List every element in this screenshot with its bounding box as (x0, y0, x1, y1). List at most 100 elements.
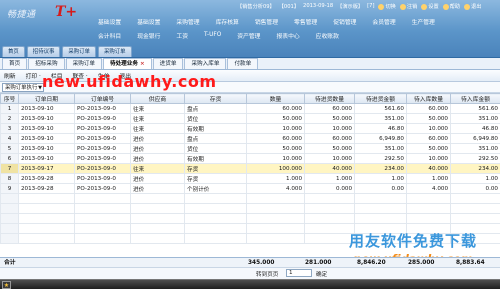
module-item[interactable]: 基础设置 (90, 17, 129, 26)
cell-pending-stock-amount: 351.00 (450, 143, 500, 154)
table-row[interactable]: 7 2013-09-17 PO-2013-09-0 往来 存货 100.000 40.000… (0, 163, 500, 174)
tab-payment[interactable]: 付款单 (227, 58, 259, 69)
column-header[interactable]: 序号 (0, 93, 19, 104)
table-row[interactable]: 9 2013-09-28 PO-2013-09-0 进价 个别计价 4.000 0.000 0… (0, 183, 500, 194)
page-go-button[interactable]: 确定 (316, 270, 327, 278)
columns-button[interactable]: 栏目 (51, 71, 63, 80)
cell-pending-stock-qty: 4.000 (406, 183, 451, 194)
cell-pending-receipt-amount: 351.00 (354, 113, 407, 124)
empty-cell (450, 223, 500, 234)
cell-order-date: 2013-09-28 (18, 183, 75, 194)
module-item[interactable]: 生产管理 (404, 17, 443, 26)
page-number-input[interactable]: 1 (286, 269, 312, 277)
logout-button[interactable]: 注销 (399, 3, 417, 13)
column-header[interactable]: 存货 (184, 93, 247, 104)
cell-inventory: 存货 (184, 173, 247, 184)
quick-nav-item[interactable]: 采购订单 (62, 46, 96, 57)
column-header[interactable]: 数量 (246, 93, 305, 104)
cell-pending-stock-amount: 234.00 (450, 163, 500, 174)
module-item[interactable]: 会员管理 (364, 17, 403, 26)
close-icon[interactable]: × (140, 61, 145, 67)
table-row[interactable]: 3 2013-09-10 PO-2013-09-0 往来 有效期 10.000 10.000… (0, 123, 500, 134)
module-item[interactable]: 销售管理 (247, 17, 286, 26)
empty-cell (304, 193, 355, 204)
cell-order-number: PO-2013-09-0 (74, 123, 131, 134)
cell-pending-receipt-qty: 10.000 (304, 153, 355, 164)
cell-inventory: 有效期 (184, 153, 247, 164)
tab-receipt[interactable]: 进货单 (152, 58, 184, 69)
module-item[interactable]: 应收账款 (308, 31, 347, 40)
empty-cell (0, 203, 19, 214)
empty-cell (18, 223, 75, 234)
cell-order-date: 2013-09-10 (18, 153, 75, 164)
exit-button[interactable]: 退出 (464, 3, 481, 13)
module-item[interactable]: 采购管理 (168, 17, 207, 26)
table-row[interactable]: 8 2013-09-28 PO-2013-09-0 进价 存货 1.000 1.000 1.0… (0, 173, 500, 184)
settings-button[interactable]: 设置 (421, 3, 439, 13)
help-icon (442, 3, 449, 10)
cell-quantity: 10.000 (246, 123, 305, 134)
help-button[interactable]: 帮助 (442, 3, 460, 13)
module-item[interactable]: 基础设置 (129, 17, 168, 26)
table-row[interactable]: 6 2013-09-10 PO-2013-09-0 进价 有效期 10.000 10.000… (0, 153, 500, 164)
print-button[interactable]: 打印 · (26, 71, 41, 80)
cell-quantity: 50.000 (246, 113, 305, 124)
column-header[interactable]: 订单编号 (74, 93, 131, 104)
table-row[interactable]: 2 2013-09-10 PO-2013-09-0 往来 货位 50.000 50.000 3… (0, 113, 500, 124)
refresh-button[interactable]: 刷新 (4, 71, 16, 80)
module-item[interactable]: 工资 (168, 31, 196, 40)
data-grid: 序号 订单日期 订单编号 供应商 存货 数量 待进货数量 待进货金额 待入库数量… (0, 93, 500, 257)
empty-cell (184, 193, 247, 204)
empty-cell (74, 233, 131, 244)
module-item[interactable]: 会计科目 (90, 31, 129, 40)
column-header[interactable]: 待进货金额 (354, 93, 407, 104)
quick-nav-item[interactable]: 采购订单 (97, 46, 132, 57)
tab-home[interactable]: 首页 (2, 58, 28, 69)
module-item[interactable]: 零售管理 (286, 17, 325, 26)
empty-cell (130, 193, 185, 204)
empty-cell (406, 203, 451, 214)
tab-pending[interactable]: 待处理业务 × (102, 58, 152, 69)
exit-tab-button[interactable]: 退出 (119, 71, 131, 80)
status-edition: 【演示版】 (337, 4, 364, 10)
module-item[interactable]: 促销管理 (325, 17, 364, 26)
cell-quantity: 50.000 (246, 143, 305, 154)
tab-purchase-order[interactable]: 采购订单 (65, 58, 102, 69)
cell-pending-receipt-amount: 292.50 (354, 153, 407, 164)
tab-tender[interactable]: 招标采购 (28, 58, 65, 69)
cell-pending-receipt-qty: 50.000 (304, 143, 355, 154)
switch-button[interactable]: 切换 (378, 3, 396, 13)
star-icon[interactable]: ★ (2, 281, 11, 289)
quick-nav-item[interactable]: 首页 (2, 46, 25, 57)
column-header[interactable]: 待入库数量 (406, 93, 451, 104)
generate-button[interactable]: 生单 (98, 71, 110, 80)
module-item[interactable]: 资产管理 (229, 31, 268, 40)
cell-quantity: 100.000 (246, 163, 305, 174)
module-item[interactable]: 报表中心 (268, 31, 307, 40)
table-row[interactable]: 4 2013-09-10 PO-2013-09-0 进价 盘点 60.000 60.000 6… (0, 133, 500, 144)
table-row[interactable]: 5 2013-09-10 PO-2013-09-0 进价 货位 50.000 50.000 3… (0, 143, 500, 154)
column-header[interactable]: 待入库金额 (450, 93, 500, 104)
empty-cell (130, 233, 185, 244)
cell-pending-receipt-qty: 0.000 (304, 183, 355, 194)
empty-cell (74, 213, 131, 224)
table-row[interactable]: 1 2013-09-10 PO-2013-09-0 往来 盘点 60.000 60.000 5… (0, 103, 500, 114)
module-item[interactable]: T-UFO (196, 32, 229, 38)
lookup-button[interactable]: 联查 · (73, 71, 88, 80)
empty-cell (130, 203, 185, 214)
cell-pending-stock-amount: 0.00 (450, 183, 500, 194)
column-header[interactable]: 订单日期 (18, 93, 75, 104)
cell-order-number: PO-2013-09-0 (74, 173, 131, 184)
module-item[interactable]: 库存核算 (208, 17, 247, 26)
view-select[interactable]: 采购订单执行 ▼ (2, 82, 44, 92)
cell-row-index: 4 (0, 133, 19, 144)
tab-stock-in[interactable]: 采购入库单 (184, 58, 227, 69)
empty-row (0, 223, 500, 234)
column-header[interactable]: 待进货数量 (304, 93, 355, 104)
quick-nav-item[interactable]: 招待议事 (26, 46, 61, 57)
cell-pending-stock-amount: 292.50 (450, 153, 500, 164)
view-select-value: 采购订单执行 (5, 84, 38, 91)
column-header[interactable]: 供应商 (130, 93, 185, 104)
cell-inventory: 盘点 (184, 103, 247, 114)
module-item[interactable]: 现金银行 (129, 31, 168, 40)
